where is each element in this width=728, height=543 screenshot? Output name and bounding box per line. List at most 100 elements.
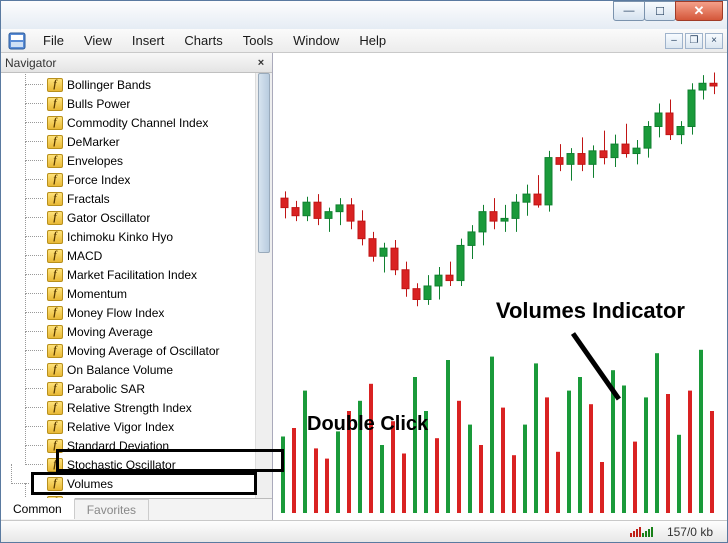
main-area: Navigator × f Bollinger Bands f Bulls Power… xyxy=(1,53,727,520)
annotation-doubleclick: Double Click xyxy=(307,413,428,436)
indicator-icon: f xyxy=(47,439,63,453)
indicator-label: Gator Oscillator xyxy=(67,211,150,225)
app-window: — ☐ ✕ FileViewInsertChartsToolsWindowHel… xyxy=(0,0,728,543)
indicator-icon: f xyxy=(47,458,63,472)
indicator-icon: f xyxy=(47,173,63,187)
indicator-icon: f xyxy=(47,287,63,301)
menu-view[interactable]: View xyxy=(74,30,122,51)
statusbar: 157/0 kb xyxy=(1,520,727,542)
menu-tools[interactable]: Tools xyxy=(233,30,283,51)
navigator-header: Navigator × xyxy=(1,53,272,73)
indicator-label: Bollinger Bands xyxy=(67,78,151,92)
indicator-item[interactable]: fWilliams' Percent Range xyxy=(47,493,255,498)
annotation-volumes: Volumes Indicator xyxy=(496,298,685,324)
indicator-label: Momentum xyxy=(67,287,127,301)
indicator-item[interactable]: f Standard Deviation xyxy=(47,436,255,455)
indicator-icon: f xyxy=(47,477,63,491)
navigator-panel: Navigator × f Bollinger Bands f Bulls Power… xyxy=(1,53,273,520)
indicator-label: Bulls Power xyxy=(67,97,130,111)
indicator-label: Moving Average of Oscillator xyxy=(67,344,220,358)
tab-common[interactable]: Common xyxy=(1,498,75,519)
mdi-close-button[interactable]: × xyxy=(705,33,723,49)
indicator-label: Ichimoku Kinko Hyo xyxy=(67,230,173,244)
indicator-item[interactable]: f Force Index xyxy=(47,170,255,189)
indicator-label: Commodity Channel Index xyxy=(67,116,208,130)
indicator-item[interactable]: f Momentum xyxy=(47,284,255,303)
indicator-icon: f xyxy=(47,97,63,111)
indicator-item[interactable]: fEnvelopes xyxy=(47,151,255,170)
indicator-label: DeMarker xyxy=(67,135,120,149)
indicator-item[interactable]: f Bulls Power xyxy=(47,94,255,113)
indicator-item[interactable]: f Money Flow Index xyxy=(47,303,255,322)
indicator-item[interactable]: f DeMarker xyxy=(47,132,255,151)
indicator-item[interactable]: f Bollinger Bands xyxy=(47,75,255,94)
indicator-label: Fractals xyxy=(67,192,110,206)
indicator-item[interactable]: f Volumes xyxy=(33,474,255,493)
indicator-label: Relative Strength Index xyxy=(67,401,192,415)
tab-favorites[interactable]: Favorites xyxy=(75,499,149,520)
minimize-button[interactable]: — xyxy=(613,1,645,21)
indicator-item[interactable]: f MACD xyxy=(47,246,255,265)
indicator-icon: f xyxy=(47,211,63,225)
indicator-item[interactable]: f Commodity Channel Index xyxy=(47,113,255,132)
indicator-label: Moving Average xyxy=(67,325,153,339)
indicator-label: Volumes xyxy=(67,477,113,491)
mdi-minimize-button[interactable]: – xyxy=(665,33,683,49)
connection-icon xyxy=(630,527,653,537)
indicator-label: Money Flow Index xyxy=(67,306,164,320)
menu-help[interactable]: Help xyxy=(349,30,396,51)
indicator-icon: f xyxy=(47,306,63,320)
indicator-icon: f xyxy=(47,268,63,282)
chart-area[interactable]: Volumes Indicator Double Click xyxy=(273,53,727,520)
indicator-icon: f xyxy=(47,192,63,206)
indicator-icon: f xyxy=(47,325,63,339)
status-text: 157/0 kb xyxy=(667,525,713,539)
indicator-label: Force Index xyxy=(67,173,130,187)
menu-file[interactable]: File xyxy=(33,30,74,51)
menu-insert[interactable]: Insert xyxy=(122,30,175,51)
navigator-tabs: Common Favorites xyxy=(1,498,272,520)
navigator-scrollbar[interactable] xyxy=(255,73,272,498)
mdi-controls: – ❐ × xyxy=(665,33,727,49)
navigator-tree: f Bollinger Bands f Bulls Power f Commodity C… xyxy=(1,73,272,498)
indicator-icon: f xyxy=(47,116,63,130)
mdi-restore-button[interactable]: ❐ xyxy=(685,33,703,49)
indicator-label: Relative Vigor Index xyxy=(67,420,174,434)
indicator-label: On Balance Volume xyxy=(67,363,173,377)
menubar: FileViewInsertChartsToolsWindowHelp – ❐ … xyxy=(1,29,727,53)
scrollbar-thumb[interactable] xyxy=(258,73,270,253)
indicator-label: Williams' Percent Range xyxy=(67,496,197,499)
indicator-icon: f xyxy=(47,363,63,377)
indicator-icon: f xyxy=(47,249,63,263)
menu-charts[interactable]: Charts xyxy=(174,30,232,51)
indicator-label: Parabolic SAR xyxy=(67,382,145,396)
indicator-item[interactable]: f Stochastic Oscillator xyxy=(47,455,255,474)
indicator-label: Stochastic Oscillator xyxy=(67,458,176,472)
indicator-label: Standard Deviation xyxy=(67,439,169,453)
indicator-icon: f xyxy=(47,401,63,415)
indicator-item[interactable]: f Relative Vigor Index xyxy=(47,417,255,436)
close-button[interactable]: ✕ xyxy=(675,1,723,21)
indicator-item[interactable]: f Parabolic SAR xyxy=(47,379,255,398)
chart-canvas xyxy=(273,53,727,520)
indicator-item[interactable]: f Moving Average xyxy=(47,322,255,341)
indicator-item[interactable]: fMarket Facilitation Index xyxy=(47,265,255,284)
navigator-close-icon[interactable]: × xyxy=(254,56,268,70)
indicator-item[interactable]: f On Balance Volume xyxy=(47,360,255,379)
indicator-item[interactable]: fIchimoku Kinko Hyo xyxy=(47,227,255,246)
indicator-icon: f xyxy=(47,344,63,358)
indicator-icon: f xyxy=(47,382,63,396)
indicator-icon: f xyxy=(47,154,63,168)
indicator-item[interactable]: f Relative Strength Index xyxy=(47,398,255,417)
indicator-icon: f xyxy=(47,135,63,149)
indicator-icon: f xyxy=(47,420,63,434)
indicator-item[interactable]: f Gator Oscillator xyxy=(47,208,255,227)
indicator-icon: f xyxy=(47,78,63,92)
indicator-label: MACD xyxy=(67,249,102,263)
menu-window[interactable]: Window xyxy=(283,30,349,51)
maximize-button[interactable]: ☐ xyxy=(644,1,676,21)
indicator-item[interactable]: f Fractals xyxy=(47,189,255,208)
app-icon xyxy=(7,31,27,51)
indicator-item[interactable]: f Moving Average of Oscillator xyxy=(47,341,255,360)
titlebar: — ☐ ✕ xyxy=(1,1,727,29)
